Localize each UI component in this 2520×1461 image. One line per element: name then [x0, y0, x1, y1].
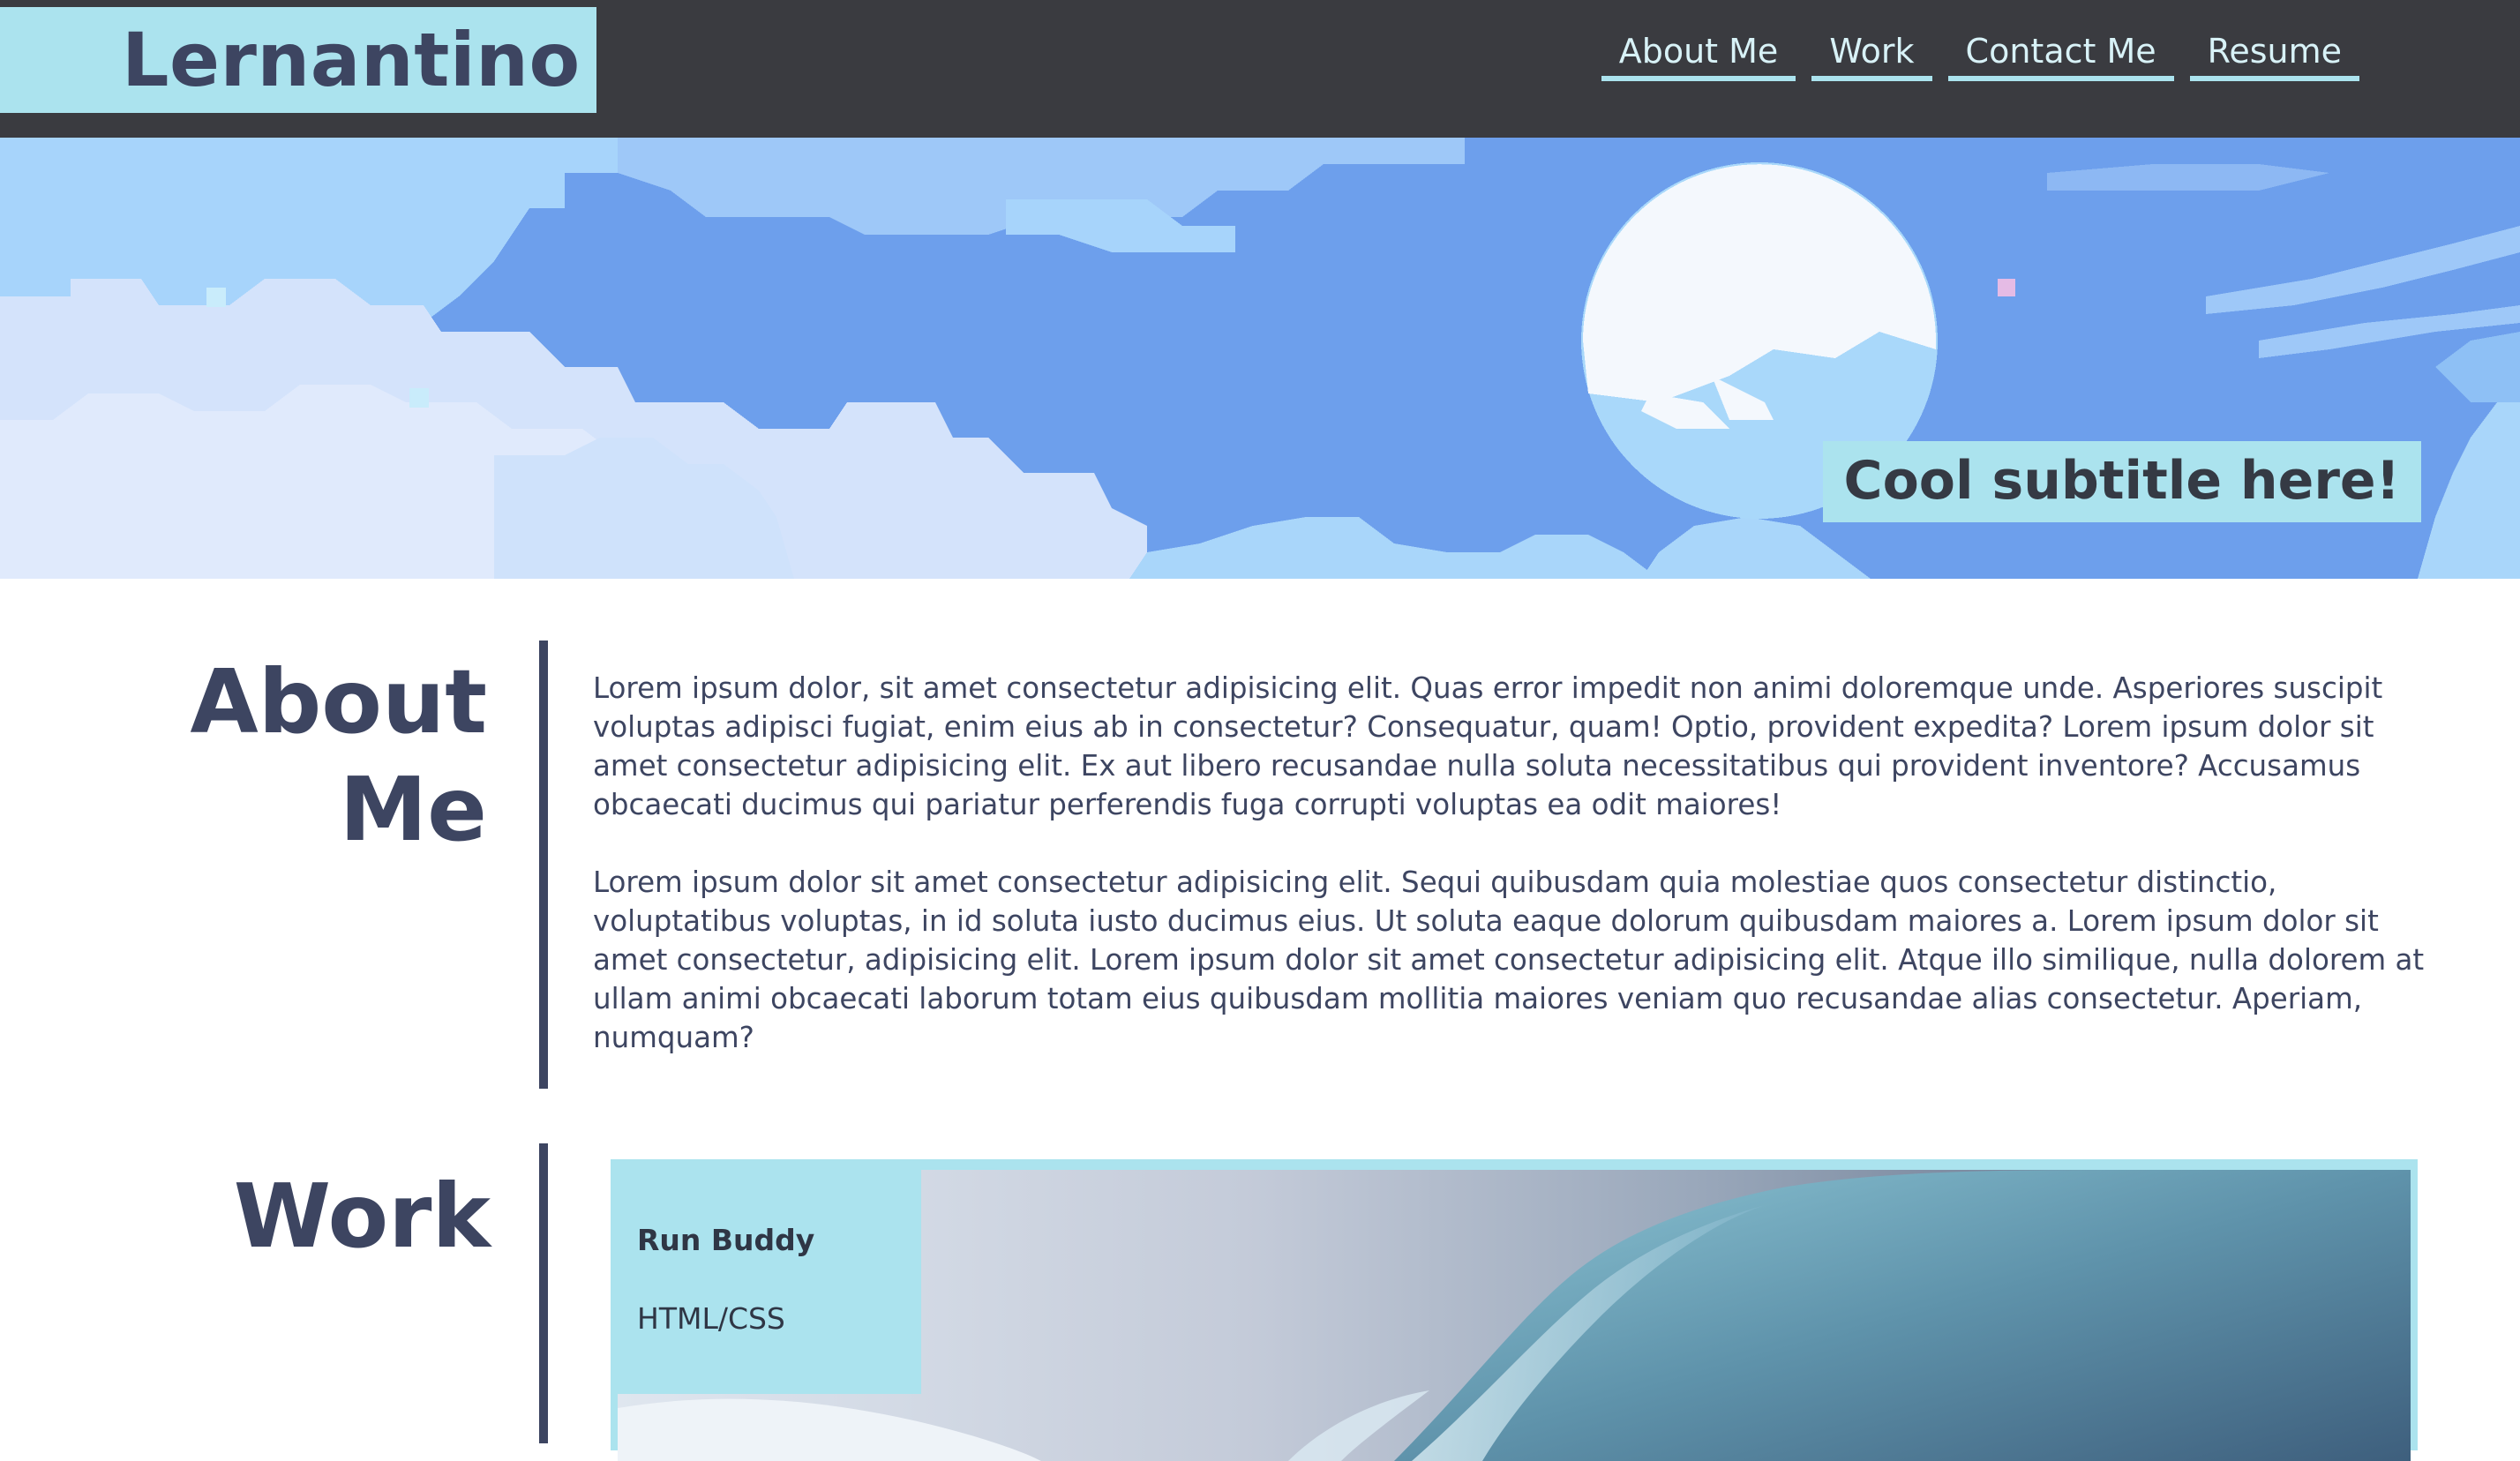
hero-subtitle: Cool subtitle here! — [1822, 441, 2421, 522]
nav-about-me[interactable]: About Me — [1601, 25, 1796, 81]
about-divider — [539, 641, 548, 1089]
project-tech: HTML/CSS — [637, 1301, 785, 1336]
work-heading: Work — [233, 1165, 491, 1268]
about-me-heading: About Me — [190, 650, 487, 861]
work-divider — [539, 1143, 548, 1443]
hero-banner: Cool subtitle here! — [0, 138, 2520, 579]
site-title[interactable]: Lernantino — [122, 23, 581, 97]
nav-resume[interactable]: Resume — [2189, 25, 2359, 81]
about-paragraph-1: Lorem ipsum dolor, sit amet consectetur … — [593, 671, 2383, 821]
main-nav: About Me Work Contact Me Resume — [1601, 25, 2359, 81]
nav-contact-me[interactable]: Contact Me — [1947, 25, 2174, 81]
project-info-panel: Run Buddy HTML/CSS — [611, 1159, 921, 1394]
brand-box: Lernantino — [0, 7, 596, 113]
nav-work[interactable]: Work — [1811, 25, 1932, 81]
about-paragraph-2: Lorem ipsum dolor sit amet consectetur a… — [593, 865, 2425, 1054]
site-header: Lernantino About Me Work Contact Me Resu… — [0, 0, 2520, 138]
project-card-run-buddy[interactable]: s SS Run Buddy HTML/CSS — [611, 1159, 2418, 1461]
about-me-body: Lorem ipsum dolor, sit amet consectetur … — [593, 669, 2437, 1096]
project-name[interactable]: Run Buddy — [637, 1223, 921, 1257]
